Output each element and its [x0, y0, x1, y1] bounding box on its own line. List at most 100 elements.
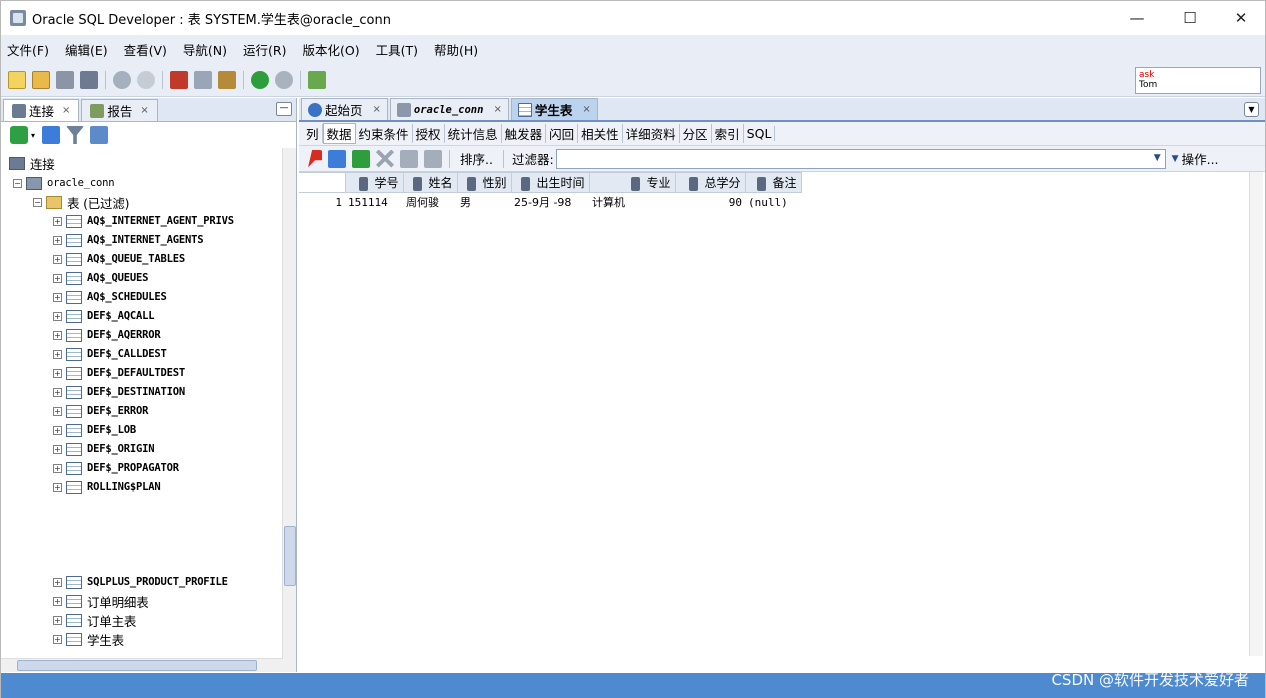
open-folder-icon[interactable] — [32, 70, 50, 89]
expand-icon[interactable]: + — [53, 444, 62, 454]
column-pin-icon[interactable] — [757, 176, 767, 191]
table-cell[interactable]: 25-9月 -98 — [511, 193, 589, 212]
tree-table-node[interactable]: + AQ$_INTERNET_AGENTS — [53, 231, 204, 249]
redo-icon[interactable] — [137, 70, 155, 89]
expand-icon[interactable]: + — [53, 254, 62, 264]
scrollbar-thumb[interactable] — [17, 660, 257, 671]
tab-oracle-conn[interactable]: oracle_conn × — [389, 98, 509, 120]
tree-table-node[interactable]: + DEF$_ERROR — [53, 402, 148, 420]
subtab[interactable]: 约束条件 — [356, 124, 413, 143]
menu-file[interactable]: 文件(F) — [7, 40, 49, 59]
expand-icon[interactable]: + — [53, 235, 62, 245]
table-cell[interactable]: 计算机 — [589, 193, 675, 212]
collapse-icon[interactable]: − — [33, 197, 42, 207]
save-icon[interactable] — [56, 70, 74, 89]
tree-table-node[interactable]: + DEF$_PROPAGATOR — [53, 459, 179, 477]
menu-view[interactable]: 查看(V) — [124, 40, 167, 59]
expand-icon[interactable]: + — [53, 311, 62, 321]
subtab[interactable]: 统计信息 — [445, 124, 502, 143]
expand-icon[interactable]: + — [53, 577, 62, 587]
new-icon[interactable] — [8, 70, 26, 89]
tree-vertical-scrollbar[interactable] — [282, 148, 296, 672]
chevron-down-icon[interactable]: ▾ — [31, 131, 35, 140]
column-header[interactable]: 备注 — [744, 172, 802, 193]
menu-versioning[interactable]: 版本化(O) — [302, 40, 359, 59]
column-pin-icon[interactable] — [521, 176, 531, 191]
tab-reports[interactable]: 报告 × — [81, 99, 158, 121]
undo-icon[interactable] — [113, 70, 131, 89]
refresh-icon[interactable] — [42, 126, 61, 144]
tab-student-table[interactable]: 学生表 × — [510, 98, 598, 120]
menu-edit[interactable]: 编辑(E) — [65, 40, 108, 59]
expand-icon[interactable]: + — [53, 387, 62, 397]
menu-tools[interactable]: 工具(T) — [376, 40, 418, 59]
tree-tables-folder[interactable]: − 表 (已过滤) — [33, 193, 130, 211]
close-icon[interactable]: × — [493, 104, 501, 115]
tree-table-node[interactable]: + AQ$_SCHEDULES — [53, 288, 167, 306]
tree-root[interactable]: 连接 — [9, 154, 55, 172]
expand-icon[interactable]: + — [53, 216, 62, 226]
tree-table-node[interactable]: + DEF$_AQERROR — [53, 326, 161, 344]
expand-icon[interactable]: + — [53, 368, 62, 378]
expand-icon[interactable]: + — [53, 482, 62, 492]
tree-table-node[interactable]: + SQLPLUS_PRODUCT_PROFILE — [53, 573, 228, 591]
tree-table-node[interactable]: + DEF$_DEFAULTDEST — [53, 364, 185, 382]
expand-icon[interactable]: + — [53, 615, 62, 625]
tree-table-node[interactable]: + ROLLING$PLAN — [53, 478, 161, 496]
tree-connection[interactable]: − oracle_conn — [13, 174, 115, 192]
column-header[interactable]: 专业 — [588, 172, 676, 193]
column-header[interactable]: 总学分 — [674, 172, 746, 193]
column-pin-icon[interactable] — [359, 176, 369, 191]
menu-run[interactable]: 运行(R) — [243, 40, 286, 59]
close-icon[interactable]: × — [582, 104, 590, 115]
column-header[interactable]: 性别 — [456, 172, 512, 193]
subtab[interactable]: 详细资料 — [623, 124, 680, 143]
cut-icon[interactable] — [170, 70, 188, 89]
expand-icon[interactable]: + — [53, 292, 62, 302]
paste-icon[interactable] — [218, 70, 236, 89]
table-cell[interactable]: 151114 — [345, 193, 403, 212]
tree-table-node[interactable]: + AQ$_QUEUE_TABLES — [53, 250, 185, 268]
table-cell[interactable]: 男 — [457, 193, 511, 212]
sort-button[interactable]: 排序.. — [460, 149, 493, 168]
subtab[interactable]: 闪回 — [546, 124, 579, 143]
tree-table-node[interactable]: + DEF$_AQCALL — [53, 307, 155, 325]
table-cell[interactable]: (null) — [745, 193, 801, 212]
expand-icon[interactable]: + — [53, 463, 62, 473]
expand-icon[interactable]: + — [53, 425, 62, 435]
filter-icon[interactable] — [66, 126, 85, 144]
expand-icon[interactable]: + — [53, 349, 62, 359]
ask-tom-widget[interactable]: ask Tom — [1135, 67, 1261, 94]
subtab[interactable]: 数据 — [322, 123, 356, 144]
tab-connections[interactable]: 连接 × — [3, 99, 80, 121]
column-pin-icon[interactable] — [689, 176, 699, 191]
column-pin-icon[interactable] — [467, 176, 477, 191]
actions-button[interactable]: 操作... — [1182, 149, 1219, 168]
tree-table-node[interactable]: + AQ$_QUEUES — [53, 269, 148, 287]
pin-icon[interactable] — [308, 149, 322, 168]
expand-icon[interactable]: + — [53, 273, 62, 283]
close-button[interactable]: ✕ — [1218, 1, 1264, 35]
expand-icon[interactable]: + — [53, 406, 62, 416]
table-row[interactable]: 1 151114 周何骏男 25-9月 -98 计算机 90 (null) — [299, 193, 801, 212]
tab-list-button[interactable]: ▼ — [1244, 102, 1259, 117]
minimize-panel-button[interactable]: — — [276, 102, 292, 116]
sql-worksheet-icon[interactable] — [308, 70, 326, 89]
subtab[interactable]: 授权 — [413, 124, 445, 143]
refresh-icon[interactable] — [328, 149, 346, 168]
collapse-icon[interactable]: − — [13, 178, 22, 188]
close-icon[interactable]: × — [62, 105, 70, 116]
column-header[interactable]: 姓名 — [402, 172, 458, 193]
delete-row-icon[interactable] — [376, 149, 394, 168]
subtab[interactable]: 分区 — [680, 124, 712, 143]
tree-table-node[interactable]: + 订单主表 — [53, 611, 136, 629]
tree-table-node[interactable]: +LOGMNR_CONT — [53, 649, 154, 652]
column-pin-icon[interactable] — [631, 176, 641, 191]
back-icon[interactable] — [251, 70, 269, 89]
subtab[interactable]: 列 — [303, 124, 323, 143]
grid-vertical-scrollbar[interactable] — [1249, 172, 1263, 656]
tree-table-node[interactable]: + DEF$_ORIGIN — [53, 440, 155, 458]
tree-table-node[interactable]: + AQ$_INTERNET_AGENT_PRIVS — [53, 212, 234, 230]
insert-row-icon[interactable] — [352, 149, 370, 168]
chevron-down-icon[interactable]: ▼ — [1154, 153, 1161, 163]
